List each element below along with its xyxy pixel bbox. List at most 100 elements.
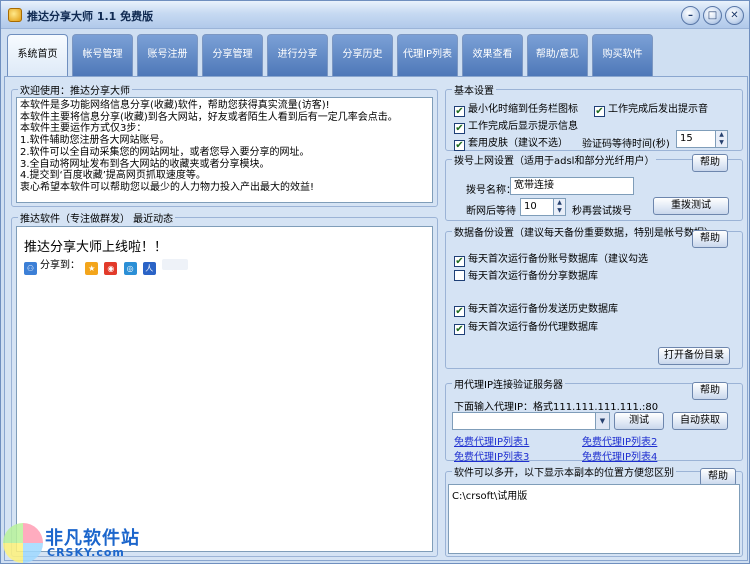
welcome-line: 4.提交到‘百度收藏’提高网页抓取速度等。 (20, 170, 206, 182)
welcome-group: 欢迎使用：推达分享大师 本软件是多功能网络信息分享(收藏)软件，帮助您获得真实流… (11, 82, 438, 207)
multi-instance-group: 软件可以多开，以下显示本副本的位置方便您区别 帮助 C:\crsoft\试用版 (445, 464, 743, 557)
redial-test-button[interactable]: 重拨测试 (653, 197, 729, 215)
backup-history-label: 每天首次运行备份发送历史数据库 (468, 304, 618, 315)
tab-share-history[interactable]: 分享历史 (332, 34, 393, 76)
opt-sound-checkbox[interactable]: ✔ 工作完成后发出提示音 (594, 100, 708, 117)
dialup-help-button[interactable]: 帮助 (692, 154, 728, 172)
captcha-wait-label: 验证码等待时间(秒) (582, 139, 670, 150)
welcome-line: 本软件是多功能网络信息分享(收藏)软件，帮助您获得真实流量(访客)! (20, 100, 330, 111)
watermark-url: CRSKY.com (47, 546, 125, 559)
proxy-test-button[interactable]: 测试 (614, 412, 664, 430)
proxy-group: 用代理IP连接验证服务器 帮助 下面输入代理IP：格式111.111.111.1… (445, 376, 743, 463)
news-headline: 推达分享大师上线啦！！ (24, 240, 168, 255)
dial-wait-label: 断网后等待 (466, 206, 516, 217)
stepper-arrows[interactable]: ▲ ▼ (715, 131, 727, 147)
share-count-badge (161, 259, 188, 270)
tab-help[interactable]: 帮助/意见 (527, 34, 588, 76)
backup-share-checkbox[interactable]: 每天首次运行备份分享数据库 (454, 267, 598, 282)
tencent-weibo-icon[interactable]: ◎ (123, 262, 137, 275)
dial-name-input[interactable]: 宽带连接 (510, 177, 634, 195)
backup-history-checkbox[interactable]: ✔ 每天首次运行备份发送历史数据库 (454, 300, 618, 317)
backup-account-label: 每天首次运行备份账号数据库（建议勾选 (468, 254, 648, 265)
welcome-line: 本软件主要将信息分享(收藏)到各大网站，好友或者陌生人看到后有一定几率会点击。 (20, 111, 398, 123)
backup-help-button[interactable]: 帮助 (692, 230, 728, 248)
arrow-down-icon[interactable]: ▼ (716, 139, 727, 147)
renren-icon[interactable]: 人 (142, 262, 156, 275)
checkbox-empty (454, 270, 465, 281)
arrow-up-icon[interactable]: ▲ (716, 131, 727, 139)
main-tabbar: 系统首页 帐号管理 账号注册 分享管理 进行分享 分享历史 代理IP列表 效果查… (4, 34, 748, 77)
free-proxy-link-3[interactable]: 免费代理IP列表3 (454, 448, 529, 463)
tab-proxy-list[interactable]: 代理IP列表 (397, 34, 458, 76)
share-label: 分享到： (40, 260, 80, 271)
welcome-title: 欢迎使用：推达分享大师 (18, 82, 132, 97)
crsky-logo-icon (3, 523, 43, 563)
multi-instance-title: 软件可以多开，以下显示本副本的位置方便您区别 (452, 464, 676, 479)
opt-skin-label: 套用皮肤（建议不选） (468, 138, 568, 149)
welcome-line: 衷心希望本软件可以帮助您以最少的人力物力投入产出最大的效益! (20, 181, 315, 193)
arrow-up-icon[interactable]: ▲ (554, 199, 565, 207)
dial-wait-value: 10 (524, 201, 537, 212)
tab-register[interactable]: 账号注册 (137, 34, 198, 76)
captcha-wait-stepper[interactable]: 15 ▲ ▼ (676, 130, 728, 148)
tab-effect[interactable]: 效果查看 (462, 34, 523, 76)
share-bar: ⚇ 分享到： ★ ◉ ◎ 人 (24, 256, 188, 275)
welcome-line: 1.软件辅助您注册各大网站账号。 (20, 135, 170, 147)
arrow-down-icon[interactable]: ▼ (554, 207, 565, 215)
tab-do-share[interactable]: 进行分享 (267, 34, 328, 76)
backup-share-label: 每天首次运行备份分享数据库 (468, 271, 598, 282)
dialup-title: 拨号上网设置（适用于adsl和部分光纤用户） (452, 152, 657, 167)
news-title: 推达软件（专注做群发） 最近动态 (18, 210, 176, 225)
share-people-icon: ⚇ (24, 262, 37, 275)
check-icon: ✔ (454, 324, 465, 335)
dial-retry-label: 秒再尝试拨号 (572, 206, 632, 217)
backup-title: 数据备份设置（建议每天备份重要数据，特别是帐号数据） (452, 224, 716, 239)
opt-sound-label: 工作完成后发出提示音 (608, 104, 708, 115)
captcha-wait-value: 15 (680, 133, 693, 144)
backup-proxy-label: 每天首次运行备份代理数据库 (468, 322, 598, 333)
proxy-help-button[interactable]: 帮助 (692, 382, 728, 400)
check-icon: ✔ (454, 140, 465, 151)
stepper-arrows[interactable]: ▲ ▼ (553, 199, 565, 215)
proxy-auto-button[interactable]: 自动获取 (672, 412, 728, 430)
dial-name-label: 拨号名称： (466, 185, 516, 196)
tab-home[interactable]: 系统首页 (7, 34, 68, 77)
dial-wait-stepper[interactable]: 10 ▲ ▼ (520, 198, 566, 216)
tab-buy[interactable]: 购买软件 (592, 34, 653, 76)
weibo-icon[interactable]: ◉ (104, 262, 118, 275)
welcome-line: 2.软件可以全自动采集您的网站网址，或者您导入要分享的网址。 (20, 146, 310, 158)
instance-path-textbox[interactable]: C:\crsoft\试用版 (448, 484, 740, 554)
close-button[interactable]: ✕ (725, 6, 744, 25)
free-proxy-link-4[interactable]: 免费代理IP列表4 (582, 448, 657, 463)
proxy-input-label: 下面输入代理IP：格式111.111.111.111.:80 (454, 402, 659, 413)
check-icon: ✔ (454, 106, 465, 117)
opt-minimize-label: 最小化时缩到任务栏图标 (468, 104, 578, 115)
check-icon: ✔ (594, 106, 605, 117)
opt-msg-label: 工作完成后显示提示信息 (468, 121, 578, 132)
qzone-star-icon[interactable]: ★ (85, 262, 99, 275)
tab-accounts[interactable]: 帐号管理 (72, 34, 133, 76)
proxy-title: 用代理IP连接验证服务器 (452, 376, 565, 391)
free-proxy-link-1[interactable]: 免费代理IP列表1 (454, 433, 529, 448)
dialup-group: 拨号上网设置（适用于adsl和部分光纤用户） 帮助 拨号名称： 宽带连接 断网后… (445, 152, 743, 221)
check-icon: ✔ (454, 256, 465, 267)
news-panel: 推达分享大师上线啦！！ ⚇ 分享到： ★ ◉ ◎ 人 (16, 226, 433, 552)
free-proxy-link-2[interactable]: 免费代理IP列表2 (582, 433, 657, 448)
backup-group: 数据备份设置（建议每天备份重要数据，特别是帐号数据） 帮助 ✔ 每天首次运行备份账… (445, 224, 743, 369)
open-backup-dir-button[interactable]: 打开备份目录 (658, 347, 730, 365)
proxy-combobox[interactable]: ▼ (452, 412, 610, 430)
opt-minimize-checkbox[interactable]: ✔ 最小化时缩到任务栏图标 (454, 100, 578, 117)
backup-account-checkbox[interactable]: ✔ 每天首次运行备份账号数据库（建议勾选 (454, 250, 648, 267)
minimize-button[interactable]: – (681, 6, 700, 25)
backup-proxy-checkbox[interactable]: ✔ 每天首次运行备份代理数据库 (454, 318, 598, 335)
welcome-textbox: 本软件是多功能网络信息分享(收藏)软件，帮助您获得真实流量(访客)! 本软件主要… (16, 97, 433, 203)
basic-settings-title: 基本设置 (452, 82, 496, 97)
tab-share-manage[interactable]: 分享管理 (202, 34, 263, 76)
app-window: 推达分享大师 1.1 免费版 – □ ✕ 系统首页 帐号管理 账号注册 分享管理… (0, 0, 750, 564)
opt-skin-checkbox[interactable]: ✔ 套用皮肤（建议不选） (454, 134, 568, 151)
watermark: 非凡软件站 CRSKY.com (1, 521, 141, 564)
opt-msg-checkbox[interactable]: ✔ 工作完成后显示提示信息 (454, 117, 578, 134)
maximize-button[interactable]: □ (703, 6, 722, 25)
chevron-down-icon[interactable]: ▼ (595, 413, 609, 429)
news-group: 推达软件（专注做群发） 最近动态 推达分享大师上线啦！！ ⚇ 分享到： ★ ◉ ◎… (11, 210, 438, 557)
